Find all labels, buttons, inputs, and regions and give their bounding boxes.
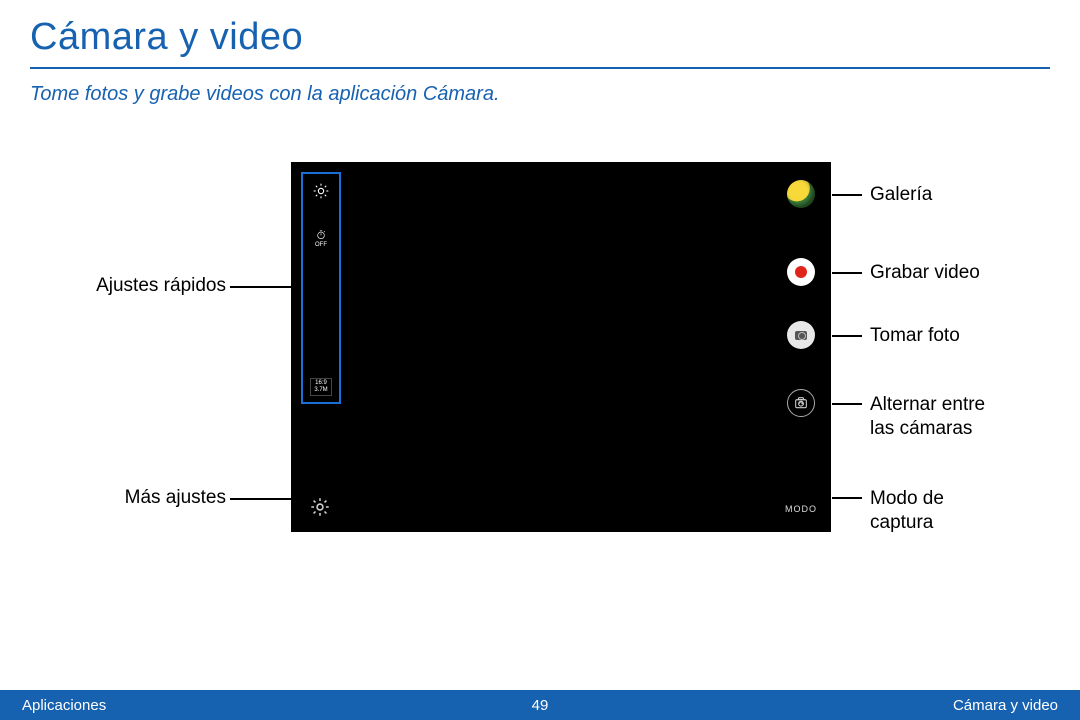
callout-capture-mode: Modo de captura <box>870 487 944 535</box>
leader-line <box>832 335 862 337</box>
page-footer: Aplicaciones 49 Cámara y video <box>0 690 1080 720</box>
take-photo-button[interactable] <box>787 321 815 349</box>
leader-line <box>230 286 300 288</box>
camera-diagram: Ajustes rápidos Más ajustes OFF 16:9 3.7… <box>30 162 1050 542</box>
page-title: Cámara y video <box>30 16 1050 59</box>
leader-line <box>832 272 862 274</box>
callout-more-settings: Más ajustes <box>76 487 226 509</box>
brightness-icon[interactable] <box>312 182 330 200</box>
settings-gear-icon[interactable] <box>309 496 331 518</box>
leader-line <box>832 497 862 499</box>
quick-settings-panel[interactable]: OFF 16:9 3.7M <box>301 172 341 404</box>
page-number: 49 <box>532 697 549 714</box>
gallery-thumbnail-button[interactable] <box>787 180 815 208</box>
record-icon <box>795 266 807 278</box>
page-subtitle: Tome fotos y grabe videos con la aplicac… <box>30 83 1050 106</box>
callout-take-photo: Tomar foto <box>870 325 960 347</box>
switch-camera-button[interactable] <box>787 389 815 417</box>
mode-button[interactable]: MODO <box>785 504 817 514</box>
camera-app-screenshot: OFF 16:9 3.7M MODO <box>291 162 831 532</box>
callout-record-video: Grabar video <box>870 262 980 284</box>
leader-line <box>832 403 862 405</box>
callout-quick-settings: Ajustes rápidos <box>76 275 226 297</box>
footer-topic: Cámara y video <box>953 697 1058 714</box>
camera-icon <box>795 331 807 340</box>
footer-section: Aplicaciones <box>22 697 106 714</box>
leader-line <box>832 194 862 196</box>
timer-icon[interactable]: OFF <box>312 230 330 248</box>
callout-switch-camera: Alternar entre las cámaras <box>870 393 985 441</box>
timer-off-label: OFF <box>315 242 327 248</box>
record-video-button[interactable] <box>787 258 815 286</box>
callout-gallery: Galería <box>870 184 932 206</box>
title-divider <box>30 67 1050 69</box>
aspect-ratio-badge[interactable]: 16:9 3.7M <box>310 378 332 396</box>
